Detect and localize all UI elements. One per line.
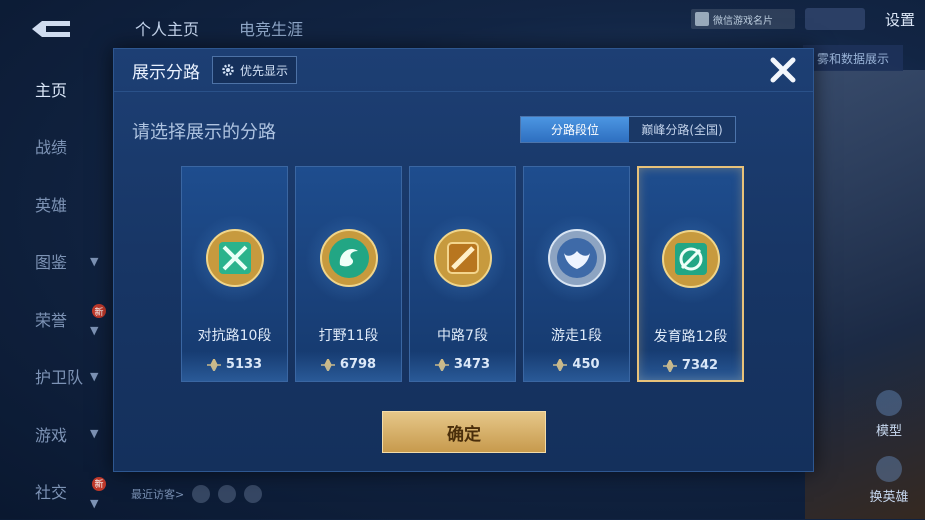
lane-rank-label: 中路7段 [410,325,515,345]
staff-emblem-icon [432,227,494,289]
close-icon[interactable] [765,52,801,88]
model-button[interactable]: 模型 [867,390,911,439]
chevron-down-icon: ▼ [90,255,98,268]
lane-display-modal: 展示分路 优先显示 请选择展示的分路 分路段位 巅峰分路(全国) 对抗路10段 … [113,48,814,472]
lane-cards: 对抗路10段 5133 打野11段 6798 [181,166,744,382]
lane-card-jungle[interactable]: 打野11段 6798 [295,166,402,382]
settings-button[interactable]: 设置 [875,9,925,30]
card-glow [639,350,742,380]
sword-emblem-icon [204,227,266,289]
sidebar-item-label: 游戏 [35,422,67,446]
wechat-card-label: 微信游戏名片 [713,12,773,27]
model-label: 模型 [876,424,902,439]
recent-visitors[interactable]: 最近访客> [131,485,262,503]
visitor-avatar[interactable] [244,485,262,503]
card-glow [410,351,515,381]
hero-artwork [805,70,925,519]
recent-visitors-label: 最近访客> [131,486,184,502]
swap-icon [876,456,902,482]
new-badge: 新 [92,304,106,318]
lane-rank-label: 打野11段 [296,325,401,345]
sidebar-item-label: 荣誉 [35,307,67,331]
sidebar-item-label: 护卫队 [35,364,83,388]
sidebar-item-label: 图鉴 [35,249,67,273]
segment-peak-lane[interactable]: 巅峰分路(全国) [629,117,735,142]
sidebar-item-social[interactable]: 社交 新 ▼ [0,463,120,520]
new-badge: 新 [92,477,106,491]
sidebar: 主页 战绩 英雄 图鉴▼ 荣誉新▼ 护卫队▼ 游戏▼ 社交新▼ [0,60,120,520]
wechat-card-button[interactable]: 微信游戏名片 [691,9,795,29]
sidebar-item-label: 战绩 [35,134,67,158]
sidebar-item-guard[interactable]: 护卫队 ▼ [0,348,120,406]
arrow-emblem-icon [660,228,722,290]
visitor-avatar[interactable] [192,485,210,503]
visitor-avatar[interactable] [218,485,236,503]
swap-hero-button[interactable]: 换英雄 [867,456,911,505]
sidebar-item-record[interactable]: 战绩 [0,118,120,176]
wings-emblem-icon [546,227,608,289]
lane-card-farm[interactable]: 发育路12段 7342 [637,166,744,382]
sidebar-item-games[interactable]: 游戏 ▼ [0,405,120,463]
lane-card-mid[interactable]: 中路7段 3473 [409,166,516,382]
back-arrow-icon[interactable] [26,18,74,40]
modal-prompt: 请选择展示的分路 [132,118,276,144]
gear-icon [221,63,235,77]
lane-rank-label: 对抗路10段 [182,325,287,345]
swap-label: 换英雄 [869,490,908,505]
tab-esports[interactable]: 电竞生涯 [239,16,303,40]
model-icon [876,390,902,416]
chevron-down-icon: ▼ [90,427,98,440]
chevron-down-icon: ▼ [90,324,98,337]
user-icon [695,12,709,26]
modal-title: 展示分路 [132,58,200,83]
dragon-emblem-icon [318,227,380,289]
card-glow [524,351,629,381]
sidebar-item-heroes[interactable]: 英雄 [0,175,120,233]
lane-card-top[interactable]: 对抗路10段 5133 [181,166,288,382]
lane-rank-label: 游走1段 [524,325,629,345]
lane-mode-toggle: 分路段位 巅峰分路(全国) [520,116,736,143]
priority-display-button[interactable]: 优先显示 [212,56,297,84]
hero-data-tab[interactable]: 雾和数据展示 [803,45,903,71]
confirm-button[interactable]: 确定 [382,411,546,453]
lane-rank-label: 发育路12段 [639,326,742,346]
sidebar-item-label: 社交 [35,479,67,503]
lane-card-support[interactable]: 游走1段 450 [523,166,630,382]
sidebar-item-label: 英雄 [35,192,67,216]
chevron-down-icon: ▼ [90,497,98,510]
top-right-bar: 微信游戏名片 设置 [691,8,925,30]
segment-lane-rank[interactable]: 分路段位 [521,117,629,142]
tab-profile[interactable]: 个人主页 [135,16,199,40]
card-glow [182,351,287,381]
card-glow [296,351,401,381]
priority-label: 优先显示 [240,62,288,79]
sidebar-item-home[interactable]: 主页 [0,60,120,118]
top-tabs: 个人主页 电竞生涯 [135,16,303,40]
chevron-down-icon: ▼ [90,370,98,383]
sidebar-item-honor[interactable]: 荣誉 新 ▼ [0,290,120,348]
sidebar-item-codex[interactable]: 图鉴 ▼ [0,233,120,291]
vip-badge[interactable] [805,8,865,30]
sidebar-item-label: 主页 [35,77,67,101]
